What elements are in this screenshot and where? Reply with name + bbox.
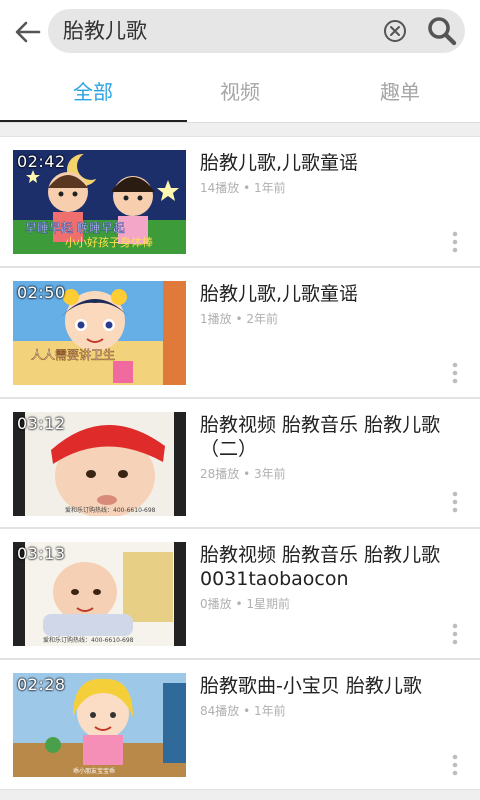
vertical-dots-icon[interactable] xyxy=(452,231,458,253)
video-item[interactable]: 早睡早起 晚睡早起 小小好孩子身体棒 02:42 胎教儿歌,儿歌童谣 14播放 … xyxy=(0,136,480,267)
video-title[interactable]: 胎教视频 胎教音乐 胎教儿歌（二） xyxy=(200,413,460,461)
search-magnifier-icon xyxy=(428,17,457,46)
thumb-caption-1: 爱和乐订购热线：400-6610-698 xyxy=(43,636,134,644)
video-thumbnail[interactable]: 早睡早起 晚睡早起 小小好孩子身体棒 02:42 xyxy=(13,150,186,254)
video-item[interactable]: 爱和乐订购热线：400-6610-698 03:13 胎教视频 胎教音乐 胎教儿… xyxy=(0,528,480,659)
video-item[interactable]: 乖小朋友宝宝乖 02:28 胎教歌曲-小宝贝 胎教儿歌 84播放 • 1年前 xyxy=(0,659,480,790)
tab-videos[interactable]: 视频 xyxy=(160,64,320,120)
search-box[interactable]: 胎教儿歌 xyxy=(48,9,465,53)
vertical-dots-icon[interactable] xyxy=(452,491,458,513)
vertical-dots-icon[interactable] xyxy=(452,623,458,645)
video-duration: 02:42 xyxy=(17,152,66,171)
video-meta: 84播放 • 1年前 xyxy=(200,704,286,718)
tab-all[interactable]: 全部 xyxy=(13,64,173,120)
thumb-caption-1: 爱和乐订购热线：400-6610-698 xyxy=(65,506,156,514)
thumb-caption-2: 小小好孩子身体棒 xyxy=(65,235,153,249)
video-result-list: 早睡早起 晚睡早起 小小好孩子身体棒 02:42 胎教儿歌,儿歌童谣 14播放 … xyxy=(0,122,480,800)
top-bar: 胎教儿歌 全部 视频 趣单 xyxy=(0,0,480,123)
search-button[interactable] xyxy=(426,15,458,47)
thumb-caption-1: 早睡早起 晚睡早起 xyxy=(25,221,125,235)
video-thumbnail[interactable]: 爱和乐订购热线：400-6610-698 03:13 xyxy=(13,542,186,646)
tab-bar: 全部 视频 趣单 xyxy=(0,64,480,120)
clear-search-button[interactable] xyxy=(383,19,407,43)
video-thumbnail[interactable]: 人人需要讲卫生 02:50 xyxy=(13,281,186,385)
video-thumbnail[interactable]: 爱和乐订购热线：400-6610-698 03:12 xyxy=(13,412,186,516)
clear-circle-x-icon xyxy=(384,20,406,42)
video-item[interactable]: 人人需要讲卫生 02:50 胎教儿歌,儿歌童谣 1播放 • 2年前 xyxy=(0,267,480,398)
video-duration: 03:13 xyxy=(17,544,66,563)
video-meta: 1播放 • 2年前 xyxy=(200,312,278,326)
vertical-dots-icon[interactable] xyxy=(452,362,458,384)
video-title[interactable]: 胎教儿歌,儿歌童谣 xyxy=(200,282,460,306)
video-meta: 0播放 • 1星期前 xyxy=(200,597,290,611)
search-input[interactable]: 胎教儿歌 xyxy=(63,18,147,44)
vertical-dots-icon[interactable] xyxy=(452,754,458,776)
video-duration: 02:28 xyxy=(17,675,66,694)
video-title[interactable]: 胎教儿歌,儿歌童谣 xyxy=(200,151,460,175)
video-duration: 03:12 xyxy=(17,414,66,433)
tab-playlists[interactable]: 趣单 xyxy=(320,64,480,120)
video-thumbnail[interactable]: 乖小朋友宝宝乖 02:28 xyxy=(13,673,186,777)
video-title[interactable]: 胎教视频 胎教音乐 胎教儿歌0031taobaocon xyxy=(200,543,460,591)
back-button[interactable] xyxy=(12,14,44,50)
thumb-caption-1: 乖小朋友宝宝乖 xyxy=(73,767,115,775)
video-meta: 28播放 • 3年前 xyxy=(200,467,286,481)
video-item[interactable]: 爱和乐订购热线：400-6610-698 03:12 胎教视频 胎教音乐 胎教儿… xyxy=(0,398,480,528)
thumb-caption-1: 人人需要讲卫生 xyxy=(31,347,115,362)
video-duration: 02:50 xyxy=(17,283,66,302)
video-title[interactable]: 胎教歌曲-小宝贝 胎教儿歌 xyxy=(200,674,460,698)
video-meta: 14播放 • 1年前 xyxy=(200,181,286,195)
arrow-left-icon xyxy=(15,21,41,43)
